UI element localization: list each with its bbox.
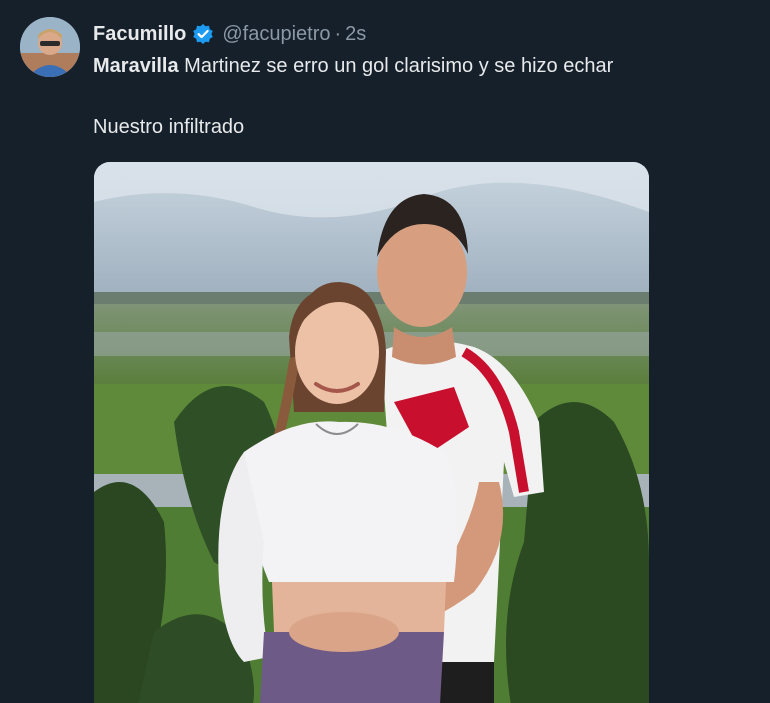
tweet[interactable]: Facumillo @facupietro · 2s Maravilla Mar… [0,0,770,703]
tweet-text-bold: Maravilla [93,55,179,77]
timestamp[interactable]: 2s [345,23,366,46]
verified-badge-icon [192,23,214,45]
tweet-text-rest: Martinez se erro un gol clarisimo y se h… [178,55,614,77]
tweet-text-line-1: Maravilla Martinez se erro un gol claris… [93,55,613,78]
tweet-text-line-2: Nuestro infiltrado [93,116,245,138]
photo[interactable] [94,162,649,703]
handle[interactable]: @facupietro [222,23,330,46]
display-name[interactable]: Facumillo [93,23,186,46]
tweet-header: Facumillo @facupietro · 2s [93,20,366,48]
separator-dot: · [334,22,342,45]
avatar[interactable] [20,17,80,77]
